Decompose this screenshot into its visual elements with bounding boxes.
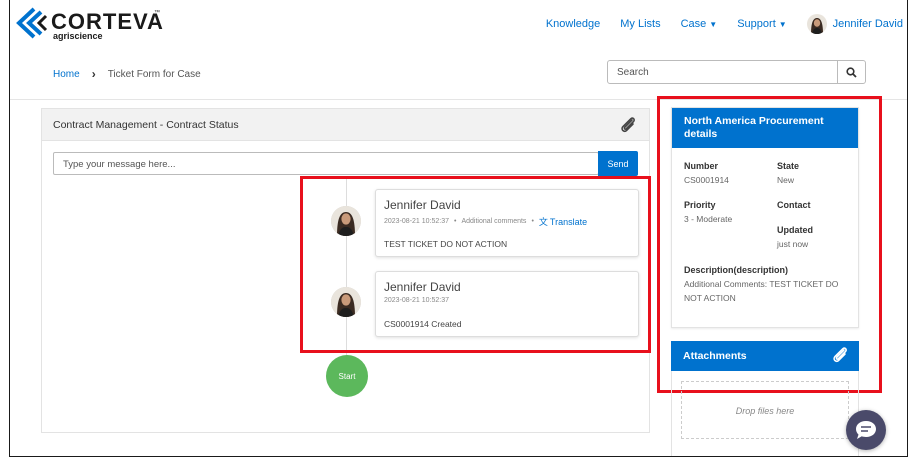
feed-item: Jennifer David 2023-08-21 10:52:37 CS000… [375,271,639,337]
nav-case-label: Case [680,18,707,30]
breadcrumb-home[interactable]: Home [53,69,80,80]
feed-timestamp: 2023-08-21 10:52:37 [384,297,449,304]
description-label: Description(description) [684,265,789,275]
nav-my-lists[interactable]: My Lists [620,18,660,30]
site-header: CORTEVA ™ agriscience Knowledge My Lists… [10,0,907,48]
chat-icon [856,421,876,439]
chevron-down-icon: ▼ [778,19,787,29]
breadcrumb-current: Ticket Form for Case [107,68,201,80]
translate-link[interactable]: Translate [550,217,587,227]
brand-trademark: ™ [154,10,160,16]
send-button[interactable]: Send [598,151,638,176]
feed-timestamp: 2023-08-21 10:52:37 [384,218,449,225]
priority-value: 3 - Moderate [684,214,733,224]
attachments-header: Attachments [671,341,859,371]
description-value-line2: NOT ACTION [684,293,736,303]
user-avatar [806,14,827,34]
chevron-right-icon: › [91,67,96,81]
contact-label: Contact [777,200,811,210]
feed-item: Jennifer David 2023-08-21 10:52:37 • Add… [375,189,639,257]
search-input[interactable]: Search [608,61,837,83]
feed-avatar [331,287,361,317]
chevron-down-icon: ▼ [709,19,718,29]
search-icon [846,66,857,78]
number-label: Number [684,161,719,171]
user-name: Jennifer David [832,18,903,30]
priority-label: Priority [684,200,716,210]
description-value-line1: Additional Comments: TEST TICKET DO [684,279,839,289]
attachments-title: Attachments [683,350,747,362]
updated-value: just now [777,239,809,249]
nav-case[interactable]: Case ▼ [681,18,718,30]
message-input[interactable]: Type your message here... [53,152,599,175]
feed-meta: 2023-08-21 10:52:37 • Additional comment… [384,216,588,228]
state-label: State [777,161,800,171]
feed-body: CS0001914 Created [384,319,462,329]
page-frame: CORTEVA ™ agriscience Knowledge My Lists… [9,0,908,457]
feed-author: Jennifer David [384,198,461,212]
feed-meta: 2023-08-21 10:52:37 [384,297,449,304]
details-card: North America Procurement details Number… [671,107,859,328]
feed-avatar [331,206,361,236]
nav-support-label: Support [737,18,776,30]
search-field[interactable]: Search [607,60,866,84]
brand-subtitle: agriscience [53,31,103,41]
paperclip-icon[interactable] [619,115,637,140]
file-drop-zone[interactable]: Drop files here [681,381,849,439]
feed-body: TEST TICKET DO NOT ACTION [384,239,508,249]
breadcrumb: Home › Ticket Form for Case [53,67,201,81]
corteva-logo-mark [16,7,48,39]
details-card-header: North America Procurement details [672,108,858,148]
top-navigation: Knowledge My Lists Case ▼ Support ▼ Jennif… [526,13,903,35]
activity-panel-header: Contract Management - Contract Status [42,109,649,141]
activity-panel: Contract Management - Contract Status Ty… [41,108,650,433]
timeline-start-node: Start [326,355,368,397]
feed-author: Jennifer David [384,280,461,294]
updated-label: Updated [777,225,813,235]
search-button[interactable] [837,61,865,83]
nav-support[interactable]: Support ▼ [737,18,786,30]
corteva-logo[interactable]: CORTEVA ™ agriscience [14,6,174,42]
chat-button[interactable] [846,410,886,450]
user-menu[interactable]: Jennifer David [806,14,903,34]
panel-title: Contract Management - Contract Status [53,119,239,131]
details-title-line1: North America Procurement [684,115,824,127]
breadcrumb-bar: Home › Ticket Form for Case Search [10,48,907,100]
translate-icon: 文 [538,217,548,227]
details-title-line2: details [684,128,718,140]
state-value: New [777,175,795,185]
paperclip-icon[interactable] [831,345,849,368]
nav-knowledge[interactable]: Knowledge [546,18,600,30]
feed-type: Additional comments [461,218,527,225]
number-value: CS0001914 [684,175,729,185]
